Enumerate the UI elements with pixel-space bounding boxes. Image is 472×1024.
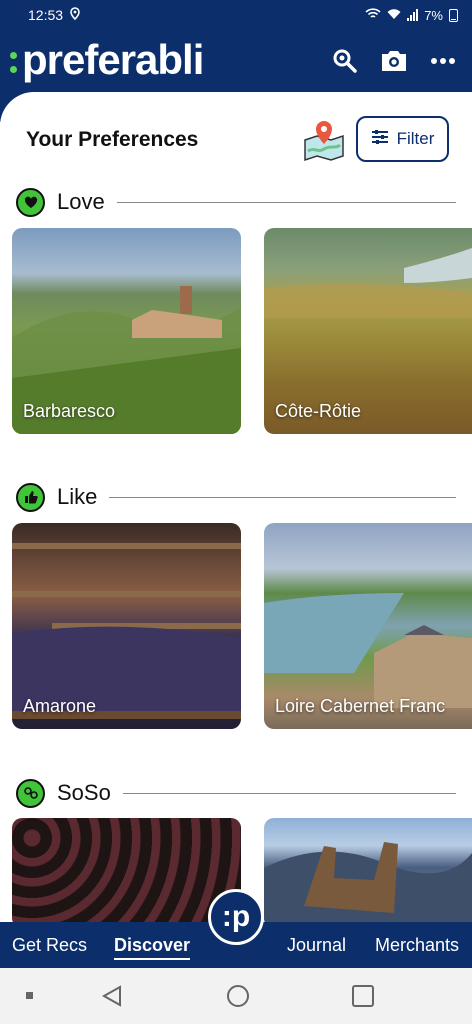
card-caption: Barbaresco — [23, 401, 116, 421]
section-love-header: Love — [16, 187, 456, 217]
filter-label: Filter — [396, 129, 435, 148]
section-divider — [109, 496, 456, 498]
section-soso-header: SoSo — [16, 778, 456, 808]
overview-icon[interactable] — [352, 985, 374, 1012]
section-label-like: Like — [57, 484, 98, 509]
logo-text: preferabli — [22, 36, 204, 83]
system-nav-bar — [0, 968, 472, 1024]
page-title: Your Preferences — [26, 128, 199, 151]
center-logo-button[interactable]: :p — [208, 889, 264, 945]
nav-discover[interactable]: Discover — [114, 935, 191, 960]
heart-icon — [16, 187, 45, 217]
status-time: 12:53 — [28, 7, 64, 23]
search-icon[interactable] — [330, 46, 360, 76]
battery-icon — [449, 8, 458, 22]
card-loire-cabernet-franc[interactable]: Loire Cabernet Franc — [264, 523, 472, 729]
thumbs-up-icon — [16, 482, 45, 512]
camera-icon[interactable] — [379, 46, 409, 76]
section-divider — [122, 792, 456, 794]
home-icon[interactable] — [226, 984, 250, 1013]
nav-journal[interactable]: Journal — [287, 935, 346, 956]
center-logo-text: :p — [221, 900, 251, 933]
card-soso-2[interactable] — [264, 818, 472, 928]
app-logo: preferabli — [10, 36, 204, 83]
card-amarone[interactable]: Amarone — [12, 523, 241, 729]
wifi-icon — [387, 8, 401, 23]
card-barbaresco[interactable]: Barbaresco — [12, 228, 241, 434]
card-caption: Amarone — [23, 696, 97, 716]
status-right: 7% — [365, 8, 458, 23]
nav-merchants[interactable]: Merchants — [375, 935, 459, 956]
back-icon[interactable] — [100, 984, 124, 1013]
section-label-love: Love — [57, 189, 105, 214]
status-bar: 12:53 7% — [0, 0, 472, 30]
card-soso-1[interactable] — [12, 818, 241, 928]
filter-icon — [371, 129, 389, 150]
recent-dot-icon[interactable] — [26, 992, 33, 999]
card-caption: Loire Cabernet Franc — [275, 696, 446, 716]
nav-get-recs[interactable]: Get Recs — [12, 935, 87, 956]
signal-icon — [407, 9, 419, 21]
filter-button[interactable]: Filter — [356, 116, 449, 162]
map-icon[interactable] — [302, 118, 346, 162]
wifi-calling-icon — [365, 7, 381, 23]
section-divider — [116, 201, 456, 203]
logo-dots — [10, 51, 17, 73]
location-icon — [69, 6, 81, 24]
battery-percent: 7% — [424, 7, 443, 23]
more-icon[interactable] — [428, 46, 458, 76]
section-label-soso: SoSo — [57, 780, 111, 805]
soso-icon — [16, 778, 45, 808]
landscape-image — [264, 842, 472, 928]
card-cote-rotie[interactable]: Côte-Rôtie — [264, 228, 472, 434]
card-caption: Côte-Rôtie — [275, 401, 362, 421]
section-like-header: Like — [16, 482, 456, 512]
